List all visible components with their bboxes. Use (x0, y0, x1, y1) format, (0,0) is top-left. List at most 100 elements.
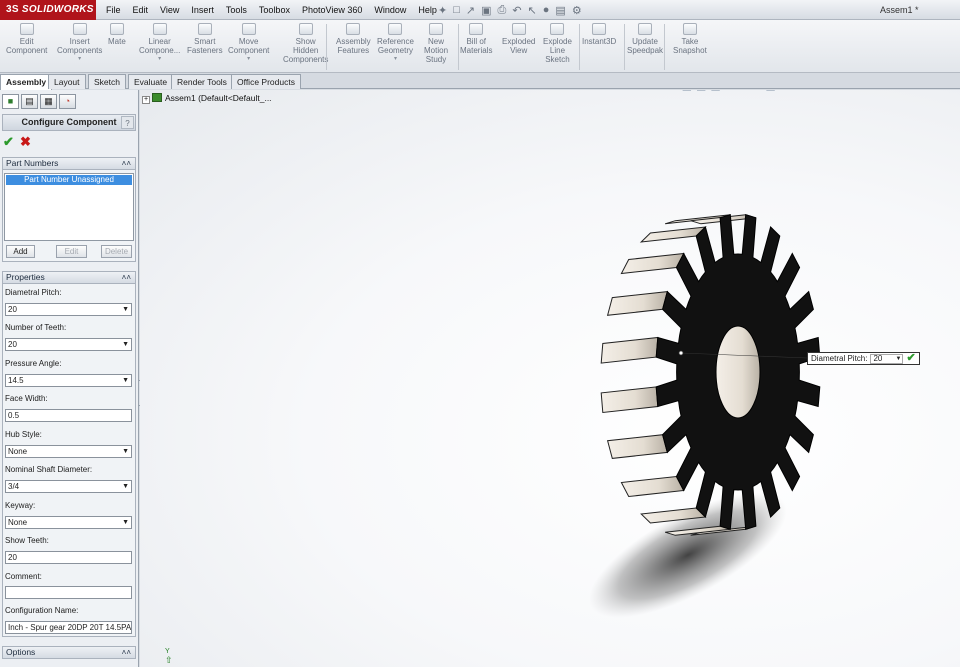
linear-component-pattern-button[interactable]: Linear Compone... ▾ (139, 23, 180, 64)
options-title: Options (6, 647, 36, 657)
show-teeth-input[interactable]: 20 (5, 551, 132, 564)
keyway-select[interactable]: None ▼ (5, 516, 132, 529)
menu-view[interactable]: View (154, 0, 185, 20)
gear-3d-model[interactable] (140, 90, 960, 667)
comment-input[interactable] (5, 586, 132, 599)
cancel-x-icon[interactable]: ✖ (20, 134, 31, 150)
properties-header[interactable]: Properties ˄˄ (2, 271, 136, 284)
menu-toolbox[interactable]: Toolbox (253, 0, 296, 20)
instant3d-button[interactable]: Instant3D (582, 23, 616, 46)
solidworks-logo[interactable]: 3S SOLIDWORKS (0, 0, 96, 20)
ok-check-icon[interactable]: ✔ (3, 134, 14, 150)
edit-button[interactable]: Edit (56, 245, 87, 258)
tab-render-tools[interactable]: Render Tools (171, 74, 233, 89)
callout-accept-check-icon[interactable]: ✔ (906, 353, 915, 364)
previous-view-icon[interactable]: ↶ (668, 90, 677, 92)
reference-geometry-button[interactable]: Reference Geometry ▾ (377, 23, 414, 64)
show-hidden-components-button[interactable]: Show Hidden Components (283, 23, 328, 64)
assembly-features-button[interactable]: Assembly Features (336, 23, 371, 55)
hub-style-select[interactable]: None ▼ (5, 445, 132, 458)
feature-tree-flyout[interactable]: + Assem1 (Default<Default_... (142, 93, 272, 104)
exploded-view-button[interactable]: Exploded View (502, 23, 535, 55)
reference-geometry-icon (388, 23, 403, 35)
menu-edit[interactable]: Edit (127, 0, 155, 20)
number-of-teeth-label: Number of Teeth: (5, 323, 67, 332)
new-motion-study-button[interactable]: New Motion Study (424, 23, 448, 64)
menu-photoview-360[interactable]: PhotoView 360 (296, 0, 368, 20)
pressure-angle-select[interactable]: 14.5 ▼ (5, 374, 132, 387)
configuration-name-input[interactable]: Inch - Spur gear 20DP 20T 14.5PA (5, 621, 132, 634)
view-settings-icon[interactable]: ▤ (765, 90, 775, 92)
options-header[interactable]: Options ˄˄ (2, 646, 136, 659)
undo-icon[interactable]: ↶ (512, 4, 521, 17)
callout-anchor-point (678, 350, 684, 356)
graphics-area[interactable]: +Assem1 (Default<Default_... ⌕⌖↶▧▦▣⌘●▲▤ … (140, 90, 960, 667)
update-speedpak-button[interactable]: Update Speedpak (627, 23, 663, 55)
part-number-list[interactable]: Part Number Unassigned (4, 173, 134, 241)
appearance-icon[interactable]: ● (740, 90, 747, 92)
hide-show-icon[interactable]: ⌘ (725, 90, 736, 92)
shaft-diameter-select[interactable]: 3/4 ▼ (5, 480, 132, 493)
open-icon[interactable]: ↗ (466, 4, 475, 17)
mate-button[interactable]: Mate (108, 23, 126, 46)
rebuild-icon[interactable]: ● (543, 4, 550, 16)
tree-root-label[interactable]: Assem1 (Default<Default_... (165, 93, 272, 103)
collapse-chevron-icon[interactable]: ˄˄ (122, 158, 131, 169)
display-manager-tab-icon[interactable]: ◔ (59, 94, 76, 109)
explode-line-sketch-button[interactable]: Explode Line Sketch (543, 23, 572, 64)
delete-button[interactable]: Delete (101, 245, 132, 258)
add-button[interactable]: Add (6, 245, 35, 258)
command-label-line: Edit (19, 37, 34, 46)
tab-evaluate[interactable]: Evaluate (128, 74, 174, 89)
tab-office-products[interactable]: Office Products (231, 74, 301, 89)
section-view-icon[interactable]: ▧ (682, 90, 692, 92)
property-manager-tab-icon[interactable]: ▤ (21, 94, 38, 109)
move-component-button[interactable]: Move Component ▾ (228, 23, 269, 64)
dropdown-arrow-icon[interactable]: ▾ (228, 55, 269, 64)
menu-file[interactable]: File (100, 0, 127, 20)
options-icon[interactable]: ⚙ (572, 4, 582, 17)
select-icon[interactable]: ↖ (528, 4, 537, 17)
diametral-pitch-callout[interactable]: Diametral Pitch: 20 ▼ ✔ (807, 352, 920, 365)
help-icon[interactable]: ? (121, 116, 134, 129)
insert-components-button[interactable]: Insert Components ▾ (57, 23, 102, 64)
number-of-teeth-select[interactable]: 20 ▼ (5, 338, 132, 351)
feature-manager-tab-icon[interactable]: ■ (2, 94, 19, 109)
configuration-manager-tab-icon[interactable]: ▦ (40, 94, 57, 109)
pin-icon[interactable]: ✦ (438, 4, 447, 17)
smart-fasteners-button[interactable]: Smart Fasteners (187, 23, 223, 55)
menu-insert[interactable]: Insert (185, 0, 220, 20)
take-snapshot-button[interactable]: Take Snapshot (673, 23, 707, 55)
new-icon[interactable]: □ (453, 4, 460, 16)
command-label-line: Mate (108, 37, 126, 46)
edit-component-button[interactable]: Edit Component (6, 23, 47, 55)
zoom-to-fit-icon[interactable]: ⌕ (648, 90, 654, 92)
tab-layout[interactable]: Layout (48, 74, 86, 89)
list-item[interactable]: Part Number Unassigned (6, 175, 132, 185)
collapse-chevron-icon[interactable]: ˄˄ (122, 647, 131, 658)
menu-bar: File Edit View Insert Tools Toolbox PhotoView … (100, 0, 443, 20)
view-orientation-icon[interactable]: ▦ (696, 90, 706, 92)
print-icon[interactable]: ⎙ (498, 4, 507, 17)
menu-window[interactable]: Window (368, 0, 412, 20)
collapse-chevron-icon[interactable]: ˄˄ (122, 272, 131, 283)
file-properties-icon[interactable]: ▤ (555, 4, 565, 17)
diametral-pitch-select[interactable]: 20 ▼ (5, 303, 132, 316)
dropdown-arrow-icon[interactable]: ▾ (139, 55, 180, 64)
scene-icon[interactable]: ▲ (750, 90, 761, 92)
command-label-line: New (428, 37, 445, 46)
dropdown-arrow-icon: ▼ (122, 448, 129, 455)
bill-of-materials-button[interactable]: Bill of Materials (460, 23, 492, 55)
display-style-icon[interactable]: ▣ (710, 90, 720, 92)
tab-sketch[interactable]: Sketch (88, 74, 126, 89)
part-numbers-header[interactable]: Part Numbers ˄˄ (2, 157, 136, 170)
dropdown-arrow-icon[interactable]: ▾ (57, 55, 102, 64)
menu-tools[interactable]: Tools (220, 0, 253, 20)
save-icon[interactable]: ▣ (481, 4, 491, 17)
zoom-area-icon[interactable]: ⌖ (658, 90, 664, 92)
expand-plus-icon[interactable]: + (142, 96, 150, 104)
dropdown-arrow-icon[interactable]: ▾ (377, 55, 414, 64)
callout-value-select[interactable]: 20 ▼ (870, 353, 904, 364)
tab-assembly[interactable]: Assembly (0, 74, 53, 90)
face-width-input[interactable]: 0.5 (5, 409, 132, 422)
